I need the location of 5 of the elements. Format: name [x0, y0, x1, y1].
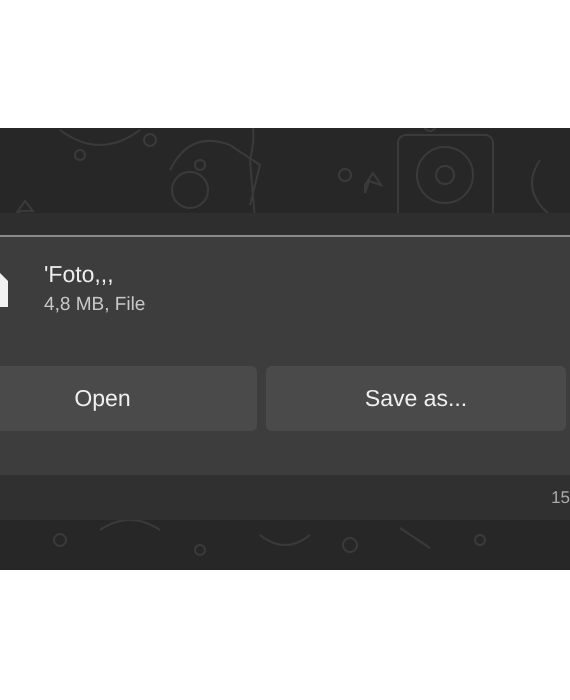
open-button[interactable]: Open	[0, 366, 257, 431]
save-as-button[interactable]: Save as...	[266, 366, 566, 431]
file-name: 'Foto,,,	[44, 261, 115, 288]
message-time: 15	[551, 488, 570, 508]
file-info: 4,8 MB, File	[44, 294, 146, 316]
